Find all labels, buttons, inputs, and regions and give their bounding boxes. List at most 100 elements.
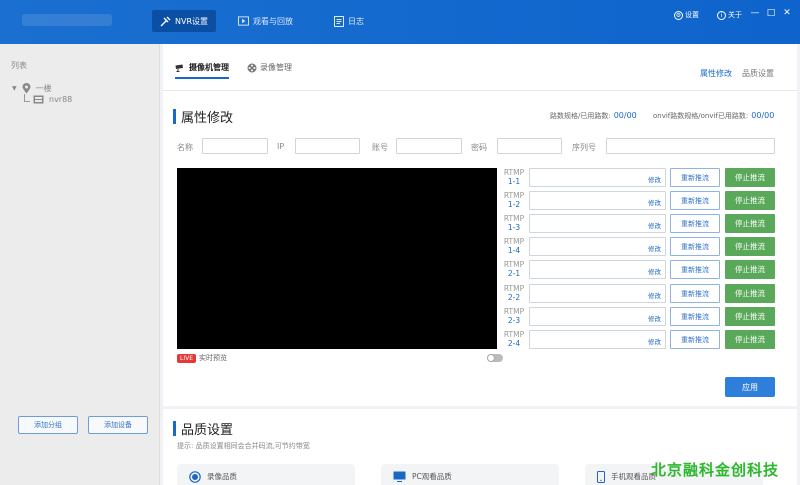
live-preview-label: LIVE 实时预览 [177,353,227,363]
info-icon: i [717,10,726,20]
app-logo [22,14,112,26]
rtmp-label-line1: RTMP [503,307,525,316]
tab-attr-edit[interactable]: 属性修改 [700,68,732,79]
rtmp-url-input[interactable]: 修改 [529,237,666,256]
tree-node-nvr88[interactable]: nvr88 [24,93,72,104]
stop-stream-button[interactable]: 停止推流 [725,237,775,256]
tab-quality-settings[interactable]: 品质设置 [742,68,774,79]
minimize-button[interactable]: — [748,8,762,18]
rtmp-edit-link[interactable]: 修改 [648,266,661,276]
subtab-record-mgmt[interactable]: 录像管理 [247,62,292,73]
onvif-stat: onvif路数规格/onvif已用路数: 00/00 [653,111,774,121]
password-label: 密码 [471,143,487,152]
nvr-device-icon [33,95,44,104]
rtmp-edit-link[interactable]: 修改 [648,313,661,323]
sidebar-title: 列表 [11,61,27,70]
restart-stream-button[interactable]: 重新推流 [670,284,720,303]
rtmp-label: RTMP 1-1 [499,168,529,186]
restart-stream-button[interactable]: 重新推流 [670,330,720,349]
camera-icon [175,64,186,72]
active-subtab-indicator [175,77,229,79]
rtmp-label-line2: 2-3 [507,316,521,325]
rtmp-label: RTMP 2-3 [499,307,529,325]
collapse-arrow-icon[interactable]: ▼ [12,85,17,92]
rtmp-edit-link[interactable]: 修改 [648,336,661,346]
monitor-icon [393,471,406,482]
rtmp-label-line2: 2-4 [507,339,521,348]
rtmp-url-input[interactable]: 修改 [529,330,666,349]
stop-stream-button[interactable]: 停止推流 [725,307,775,326]
record-quality-card[interactable]: 录像品质 [177,464,355,485]
about-label: 关于 [728,11,742,19]
quality-section-title: 品质设置 [173,419,233,438]
ip-input[interactable] [295,138,360,154]
restart-stream-button[interactable]: 重新推流 [670,214,720,233]
stop-stream-button[interactable]: 停止推流 [725,260,775,279]
settings-button[interactable]: ⚙ 设置 [674,10,699,20]
rtmp-url-input[interactable]: 修改 [529,191,666,210]
tree-label: 一楼 [35,84,52,93]
subtab-camera-mgmt[interactable]: 摄像机管理 [175,62,229,73]
rtmp-url-input[interactable]: 修改 [529,284,666,303]
rtmp-edit-link[interactable]: 修改 [648,243,661,253]
name-input[interactable] [202,138,268,154]
section-title-text: 品质设置 [181,423,234,438]
rtmp-label-line1: RTMP [503,237,525,246]
account-label: 账号 [372,143,388,152]
add-group-button[interactable]: 添加分组 [18,416,78,434]
company-watermark: 北京融科金创科技 [651,461,780,479]
name-label: 名称 [177,143,193,152]
rtmp-url-input[interactable]: 修改 [529,260,666,279]
rtmp-label: RTMP 1-2 [499,191,529,209]
rtmp-label: RTMP 1-4 [499,237,529,255]
camera-panel: 摄像机管理 录像管理 属性修改 品质设置 属性修改 路数规格/已用路数: 00/0… [163,44,797,406]
tab-watch-playback[interactable]: 观看与回放 [230,10,301,32]
about-button[interactable]: i 关于 [717,10,742,20]
preview-toggle[interactable] [487,354,503,362]
section-accent-bar [173,421,176,436]
add-device-button[interactable]: 添加设备 [88,416,148,434]
location-pin-icon [22,83,31,94]
ip-label: IP [277,142,285,151]
stop-stream-button[interactable]: 停止推流 [725,330,775,349]
tab-log[interactable]: 日志 [325,10,372,32]
pc-quality-card[interactable]: PC观看品质 [381,464,559,485]
rtmp-url-input[interactable]: 修改 [529,168,666,187]
restart-stream-button[interactable]: 重新推流 [670,237,720,256]
rtmp-label-line2: 2-1 [507,269,521,278]
live-text: 实时预览 [199,354,228,362]
rtmp-edit-link[interactable]: 修改 [648,290,661,300]
serial-input[interactable] [606,138,775,154]
gear-icon: ⚙ [674,10,683,20]
subtab-label: 摄像机管理 [189,63,229,72]
rtmp-label-line1: RTMP [503,214,525,223]
restart-stream-button[interactable]: 重新推流 [670,260,720,279]
rtmp-label-line2: 1-4 [507,246,521,255]
apply-button[interactable]: 应用 [725,377,775,397]
channel-stat-label: 路数规格/已用路数: [550,112,611,120]
restart-stream-button[interactable]: 重新推流 [670,191,720,210]
stop-stream-button[interactable]: 停止推流 [725,214,775,233]
restart-stream-button[interactable]: 重新推流 [670,168,720,187]
account-input[interactable] [396,138,462,154]
rtmp-edit-link[interactable]: 修改 [648,174,661,184]
password-input[interactable] [497,138,562,154]
stop-stream-button[interactable]: 停止推流 [725,168,775,187]
rtmp-label-line2: 1-3 [507,223,521,232]
stop-stream-button[interactable]: 停止推流 [725,284,775,303]
rtmp-edit-link[interactable]: 修改 [648,220,661,230]
rtmp-url-input[interactable]: 修改 [529,307,666,326]
rtmp-label: RTMP 2-2 [499,284,529,302]
rtmp-url-input[interactable]: 修改 [529,214,666,233]
close-button[interactable]: ✕ [780,8,794,18]
tab-nvr-settings[interactable]: NVR设置 [152,10,217,32]
card-label: PC观看品质 [412,472,452,481]
video-preview[interactable] [177,168,497,349]
sidebar: 列表 ▼ 一楼 nvr88 添加分组 添加设备 [0,44,160,485]
stop-stream-button[interactable]: 停止推流 [725,191,775,210]
rtmp-edit-link[interactable]: 修改 [648,197,661,207]
tree-node-first-floor[interactable]: ▼ 一楼 [12,83,52,94]
radio-selected-icon[interactable] [189,470,201,483]
maximize-button[interactable]: □ [764,8,778,18]
restart-stream-button[interactable]: 重新推流 [670,307,720,326]
